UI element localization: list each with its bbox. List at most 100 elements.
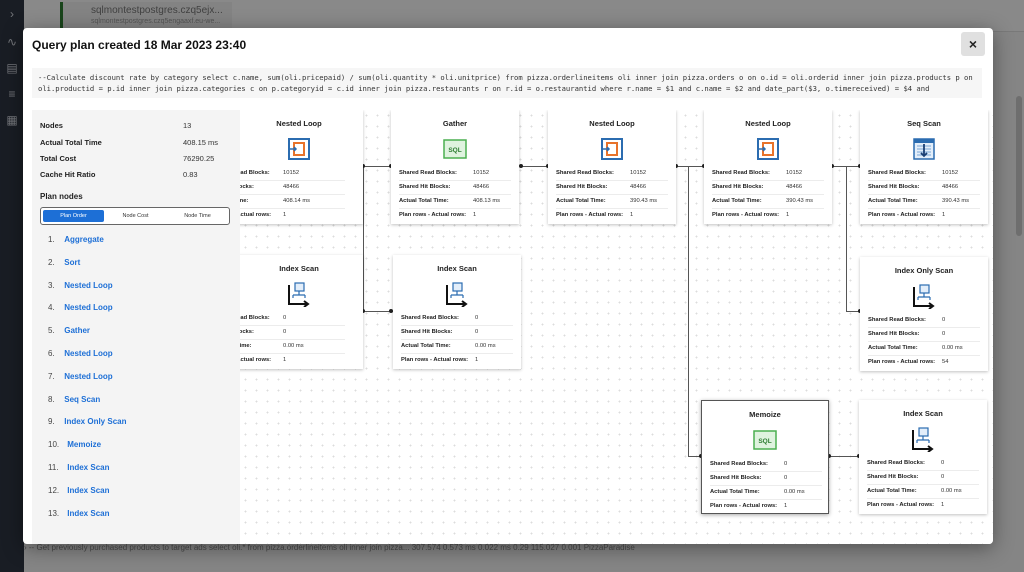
stat-value: 0 bbox=[475, 329, 479, 335]
stat-row: Shared Hit Blocks: 0 bbox=[868, 328, 980, 342]
stat-row: Plan rows - Actual rows: 1 bbox=[868, 209, 980, 223]
plan-diagram-canvas[interactable]: Nested Loop Read Blocks: 10152 Blocks: 484… bbox=[240, 110, 993, 544]
stat-row: l Time: 0.00 ms bbox=[240, 340, 345, 354]
stat-value: 1 bbox=[283, 357, 287, 363]
stat-key: Plan rows - Actual rows: bbox=[401, 357, 469, 363]
plan-node-stats: Read Blocks: 10152 Blocks: 48466 Time: 408.… bbox=[240, 167, 345, 223]
node-link[interactable]: Index Scan bbox=[67, 509, 109, 518]
stat-row: Read Blocks: 0 bbox=[240, 312, 345, 326]
node-link[interactable]: Index Scan bbox=[67, 486, 109, 495]
query-plan-dialog: Query plan created 18 Mar 2023 23:40 × -… bbox=[23, 28, 993, 544]
stat-key: Actual Total Time: bbox=[868, 198, 918, 204]
node-link[interactable]: Nested Loop bbox=[64, 349, 112, 358]
node-link[interactable]: Seq Scan bbox=[64, 395, 100, 404]
stat-value: 0 bbox=[941, 460, 945, 466]
stat-row: Shared Read Blocks: 10152 bbox=[399, 167, 511, 181]
list-item: 2. Sort bbox=[48, 258, 233, 281]
plan-nodes-title: Plan nodes bbox=[40, 192, 83, 201]
stat-key: Shared Read Blocks: bbox=[710, 461, 768, 467]
connector bbox=[363, 166, 364, 312]
stat-key: Plan rows - Actual rows: bbox=[712, 212, 780, 218]
stat-value: 10152 bbox=[630, 170, 647, 176]
plan-node-card[interactable]: Index Scan Shared Read Blocks: 0 Shared H… bbox=[393, 255, 521, 369]
node-link[interactable]: Index Scan bbox=[67, 463, 109, 472]
node-number: 9. bbox=[48, 417, 55, 427]
node-link[interactable]: Index Only Scan bbox=[64, 417, 126, 426]
stat-value: 0 bbox=[283, 315, 287, 321]
stat-key: Shared Read Blocks: bbox=[556, 170, 614, 176]
stat-row: Plan rows - Actual rows: 1 bbox=[867, 499, 979, 513]
plan-node-title: Seq Scan bbox=[907, 119, 941, 128]
nested-loop-icon bbox=[601, 138, 623, 160]
stat-key: Shared Hit Blocks: bbox=[401, 329, 453, 335]
plan-node-card[interactable]: Index Only Scan Shared Read Blocks: 0 Sha… bbox=[860, 257, 988, 371]
stat-key: Plan rows - Actual rows: bbox=[710, 503, 778, 509]
list-item: 11. Index Scan bbox=[48, 463, 233, 486]
memoize-sql-icon: SQL bbox=[753, 430, 777, 450]
connector bbox=[829, 456, 859, 457]
node-number: 4. bbox=[48, 303, 55, 313]
stat-row: Shared Hit Blocks: 48466 bbox=[556, 181, 668, 195]
stat-key: Read Blocks: bbox=[240, 170, 270, 176]
stat-value: 0 bbox=[784, 475, 788, 481]
stat-row: Actual Total Time: 390.43 ms bbox=[868, 195, 980, 209]
stat-key: Shared Read Blocks: bbox=[868, 170, 926, 176]
stat-row: Shared Hit Blocks: 48466 bbox=[399, 181, 511, 195]
stat-key: Shared Hit Blocks: bbox=[399, 184, 451, 190]
stat-value: 76290.25 bbox=[183, 154, 215, 163]
stat-key: - Actual rows: bbox=[240, 357, 272, 363]
stat-key: - Actual rows: bbox=[240, 212, 272, 218]
plan-node-stats: Read Blocks: 0 Blocks: 0 l Time: 0.00 ms - … bbox=[240, 312, 345, 368]
plan-node-card[interactable]: Memoize SQL Shared Read Blocks: 0 Shared … bbox=[701, 400, 829, 514]
stat-key: Shared Hit Blocks: bbox=[556, 184, 608, 190]
node-link[interactable]: Nested Loop bbox=[64, 281, 112, 290]
node-number: 1. bbox=[48, 235, 55, 244]
stat-value: 0.00 ms bbox=[941, 488, 962, 494]
stat-row: Plan rows - Actual rows: 1 bbox=[401, 354, 513, 368]
stat-key: Plan rows - Actual rows: bbox=[867, 502, 935, 508]
stat-value: 1 bbox=[283, 212, 287, 218]
tab-node-cost[interactable]: Node Cost bbox=[105, 210, 166, 222]
stat-row: Shared Read Blocks: 0 bbox=[401, 312, 513, 326]
plan-node-card[interactable]: Index Scan Read Blocks: 0 Blocks: 0 l Time… bbox=[240, 255, 363, 369]
plan-node-card[interactable]: Nested Loop Shared Read Blocks: 10152 Sha… bbox=[548, 110, 676, 224]
plan-node-card[interactable]: Nested Loop Read Blocks: 10152 Blocks: 484… bbox=[240, 110, 363, 224]
plan-node-title: Gather bbox=[442, 119, 468, 128]
stat-row: - Actual rows: 1 bbox=[240, 354, 345, 368]
tab-node-time[interactable]: Node Time bbox=[167, 210, 228, 222]
node-number: 11. bbox=[48, 462, 59, 472]
list-item: 5. Gather bbox=[48, 326, 233, 349]
node-link[interactable]: Nested Loop bbox=[64, 303, 112, 312]
plan-node-card[interactable]: Index Scan Shared Read Blocks: 0 Shared H… bbox=[859, 400, 987, 514]
stat-value: 0 bbox=[784, 461, 788, 467]
seq-scan-icon bbox=[913, 138, 935, 160]
plan-node-card[interactable]: Gather SQL Shared Read Blocks: 10152 Shar… bbox=[391, 110, 519, 224]
stat-value: 0.83 bbox=[183, 170, 198, 179]
node-link[interactable]: Gather bbox=[64, 326, 90, 335]
index-scan-icon bbox=[912, 427, 934, 452]
stat-row: Shared Hit Blocks: 48466 bbox=[712, 181, 824, 195]
node-link[interactable]: Memoize bbox=[67, 440, 101, 449]
stat-row: Plan rows - Actual rows: 1 bbox=[399, 209, 511, 223]
stat-key: Actual Total Time: bbox=[399, 198, 449, 204]
node-link[interactable]: Nested Loop bbox=[64, 372, 112, 381]
stat-row: Actual Total Time: 390.43 ms bbox=[556, 195, 668, 209]
plan-node-card[interactable]: Nested Loop Shared Read Blocks: 10152 Sha… bbox=[704, 110, 832, 224]
stat-row: Shared Read Blocks: 0 bbox=[867, 457, 979, 471]
stat-row: Plan rows - Actual rows: 1 bbox=[556, 209, 668, 223]
svg-text:SQL: SQL bbox=[758, 438, 771, 445]
node-number: 5. bbox=[48, 326, 55, 336]
sql-icon: SQL bbox=[443, 139, 467, 159]
stat-value: 48466 bbox=[283, 184, 300, 190]
tab-plan-order[interactable]: Plan Order bbox=[43, 210, 104, 222]
stat-key: Blocks: bbox=[240, 184, 254, 190]
node-link[interactable]: Sort bbox=[64, 258, 80, 267]
stat-row: Shared Hit Blocks: 0 bbox=[867, 471, 979, 485]
close-button[interactable]: × bbox=[961, 32, 985, 56]
stat-key: l Time: bbox=[240, 343, 252, 349]
stat-row: Plan rows - Actual rows: 1 bbox=[710, 500, 822, 514]
plan-node-title: Nested Loop bbox=[589, 119, 635, 128]
node-link[interactable]: Aggregate bbox=[64, 235, 104, 244]
plan-node-card[interactable]: Seq Scan Shared Read Blocks: 10152 Shared… bbox=[860, 110, 988, 224]
stat-value: 408.13 ms bbox=[473, 198, 501, 204]
